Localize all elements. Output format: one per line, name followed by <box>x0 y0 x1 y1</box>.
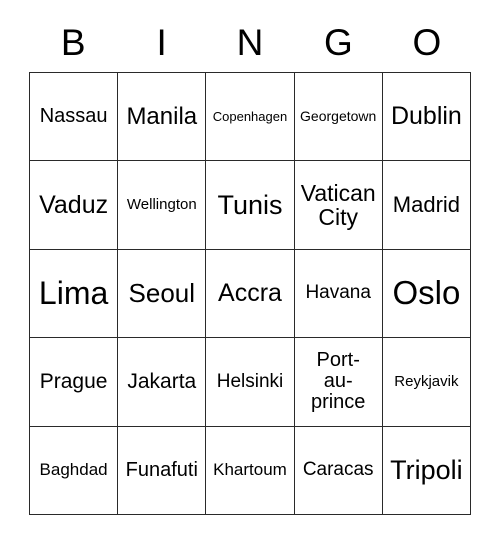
bingo-cell[interactable]: Copenhagen <box>206 73 295 162</box>
bingo-cell[interactable]: Reykjavik <box>382 338 471 427</box>
bingo-cell-label: Havana <box>305 282 371 304</box>
bingo-header-letter-g: G <box>324 21 353 63</box>
bingo-cell[interactable]: Nassau <box>30 73 119 162</box>
bingo-cell[interactable]: Vatican City <box>294 161 383 250</box>
bingo-cell-label: Accra <box>218 279 282 308</box>
bingo-cell[interactable]: Vaduz <box>30 161 119 250</box>
bingo-cell[interactable]: Wellington <box>118 161 207 250</box>
bingo-cell[interactable]: Seoul <box>118 249 207 339</box>
bingo-cell-label: Jakarta <box>127 369 197 393</box>
bingo-cell-label: Manila <box>126 102 198 130</box>
bingo-cell-label: Port- au- prince <box>310 349 366 414</box>
bingo-cell-label: Helsinki <box>216 370 284 392</box>
bingo-cell-label: Georgetown <box>300 108 377 125</box>
bingo-cell[interactable]: Prague <box>30 338 119 427</box>
bingo-cell[interactable]: Manila <box>118 73 207 162</box>
bingo-cell-label: Vatican City <box>300 179 376 231</box>
bingo-cell-label: Copenhagen <box>212 108 288 124</box>
bingo-cell[interactable]: Lima <box>30 249 119 339</box>
bingo-cell-label: Funafuti <box>125 458 198 481</box>
bingo-cell-label: Oslo <box>392 274 461 311</box>
bingo-cell-label: Lima <box>38 274 109 311</box>
bingo-cell[interactable]: Funafuti <box>118 426 207 515</box>
bingo-cell[interactable]: Tunis <box>206 161 295 250</box>
bingo-cell-label: Vaduz <box>39 190 109 219</box>
bingo-cell-label: Baghdad <box>39 460 108 480</box>
bingo-cell-label: Tripoli <box>390 454 463 485</box>
bingo-cell-label: Caracas <box>302 459 374 481</box>
bingo-cell[interactable]: Helsinki <box>206 338 295 427</box>
bingo-cell-label: Reykjavik <box>394 372 459 390</box>
bingo-cell-label: Seoul <box>128 277 196 308</box>
bingo-cell-label: Wellington <box>126 196 197 214</box>
bingo-cell-label: Madrid <box>392 192 461 218</box>
bingo-cell[interactable]: Georgetown <box>294 73 383 162</box>
bingo-cell[interactable]: Caracas <box>294 426 383 515</box>
bingo-grid: Nassau Manila Copenhagen Georgetown Dubl… <box>29 72 471 515</box>
bingo-cell[interactable]: Oslo <box>382 249 471 339</box>
bingo-card: B I N G O Nassau Manila Copenhagen Georg… <box>0 0 500 544</box>
bingo-cell-label: Prague <box>39 369 108 393</box>
bingo-cell[interactable]: Tripoli <box>382 426 471 515</box>
bingo-cell[interactable]: Accra <box>206 249 295 339</box>
bingo-cell[interactable]: Khartoum <box>206 426 295 515</box>
bingo-cell[interactable]: Jakarta <box>118 338 207 427</box>
bingo-cell[interactable]: Dublin <box>382 73 471 162</box>
bingo-header-letter-i: I <box>156 21 167 63</box>
bingo-cell-label: Khartoum <box>213 460 287 480</box>
bingo-cell-label: Nassau <box>39 105 108 128</box>
bingo-cell[interactable]: Baghdad <box>30 426 119 515</box>
bingo-cell[interactable]: Madrid <box>382 161 471 250</box>
bingo-header: B I N G O <box>29 16 471 68</box>
bingo-cell[interactable]: Havana <box>294 249 383 339</box>
bingo-header-letter-b: B <box>60 21 86 63</box>
bingo-cell-label: Dublin <box>390 102 462 131</box>
bingo-cell[interactable]: Port- au- prince <box>294 338 383 427</box>
bingo-header-letter-o: O <box>412 21 442 63</box>
bingo-cell-label: Tunis <box>217 189 283 220</box>
bingo-header-letter-n: N <box>236 21 264 63</box>
